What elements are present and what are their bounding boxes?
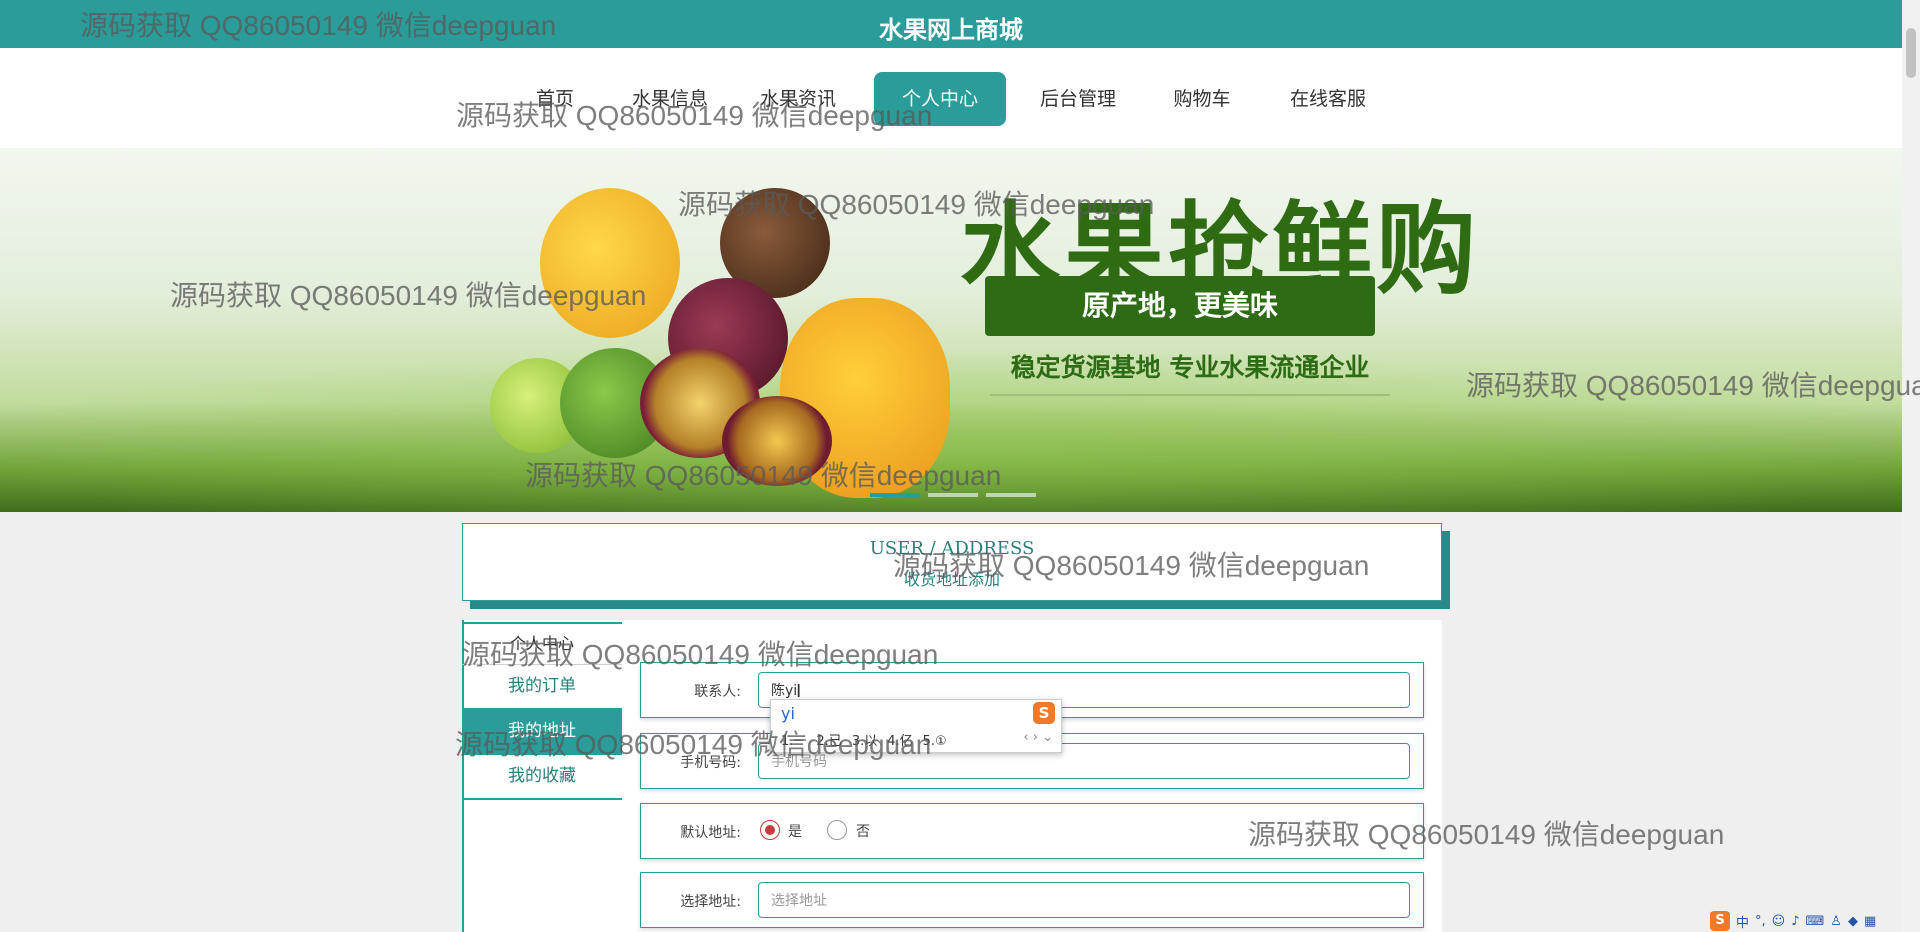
- ime-composition: yi: [781, 704, 795, 723]
- default-no-radio[interactable]: [827, 820, 847, 840]
- ime-page-arrows[interactable]: ‹ › ⌄: [1023, 730, 1053, 745]
- ime-candidate-window: yi S 1.一 2.已 3.以 4.亿 5.① ‹ › ⌄: [770, 699, 1062, 753]
- ime-tray: S 中 °, ☺ ♪ ⌨ ♙ ◆ ▦: [1710, 910, 1876, 932]
- phone-label: 手机号码:: [680, 755, 741, 771]
- side-item-favorites[interactable]: 我的收藏: [462, 754, 622, 800]
- sogou-tray-icon[interactable]: S: [1710, 911, 1730, 931]
- nav-fruit-news[interactable]: 水果资讯: [746, 72, 850, 126]
- scrollbar-thumb[interactable]: [1906, 28, 1916, 78]
- ime-candidate[interactable]: 2.已: [816, 734, 841, 749]
- ime-candidate[interactable]: 5.①: [923, 734, 947, 749]
- chevron-down-icon[interactable]: ⌄: [1042, 730, 1053, 745]
- side-item-orders[interactable]: 我的订单: [462, 664, 622, 710]
- nav-cart[interactable]: 购物车: [1160, 72, 1244, 126]
- banner-carousel[interactable]: 水果抢鲜购 原产地，更美味 稳定货源基地 专业水果流通企业: [0, 148, 1902, 512]
- carousel-indicators: [870, 482, 1044, 497]
- passion-fruit-half2-image: [722, 396, 832, 486]
- ime-candidate[interactable]: 1.一: [781, 734, 806, 749]
- microphone-icon[interactable]: ♪: [1791, 914, 1799, 929]
- section-heading-cn: 收货地址添加: [903, 570, 1000, 589]
- address-row: 选择地址: 选择地址: [640, 872, 1424, 928]
- main-nav: 首页 水果信息 水果资讯 个人中心 后台管理 购物车 在线客服: [0, 48, 1902, 148]
- address-label: 选择地址:: [680, 894, 741, 910]
- grid-icon[interactable]: ▦: [1864, 914, 1876, 929]
- ime-lang-indicator[interactable]: 中: [1736, 912, 1749, 931]
- side-item-address[interactable]: 我的地址: [462, 709, 622, 755]
- banner-tagline: 稳定货源基地 专业水果流通企业: [990, 348, 1390, 396]
- user-icon[interactable]: ♙: [1830, 914, 1842, 929]
- ime-candidate[interactable]: 3.以: [852, 734, 877, 749]
- site-title: 水果网上商城: [879, 16, 1023, 44]
- carousel-dot-2[interactable]: [928, 493, 978, 497]
- section-heading-en: USER / ADDRESS: [869, 538, 1035, 559]
- carousel-dot-3[interactable]: [986, 493, 1036, 497]
- default-yes-radio[interactable]: [760, 820, 780, 840]
- sogou-logo-icon: S: [1033, 702, 1055, 724]
- default-address-row: 默认地址: 是 否: [640, 803, 1424, 859]
- ime-candidates: 1.一 2.已 3.以 4.亿 5.①: [781, 730, 957, 749]
- nav-online-service[interactable]: 在线客服: [1276, 72, 1380, 126]
- carousel-dot-1[interactable]: [870, 493, 920, 497]
- banner-subtitle: 原产地，更美味: [985, 276, 1375, 336]
- ime-candidate[interactable]: 4.亿: [887, 734, 912, 749]
- side-menu-title: 个人中心: [462, 622, 622, 665]
- nav-home[interactable]: 首页: [520, 72, 590, 126]
- contact-label: 联系人:: [694, 684, 741, 700]
- default-yes-label: 是: [788, 824, 802, 840]
- nav-fruit-info[interactable]: 水果信息: [618, 72, 722, 126]
- default-no-label: 否: [856, 824, 870, 840]
- default-address-label: 默认地址:: [680, 825, 741, 841]
- chevron-left-icon[interactable]: ‹: [1023, 730, 1028, 745]
- nav-admin[interactable]: 后台管理: [1026, 72, 1130, 126]
- emoji-icon[interactable]: ☺: [1772, 914, 1786, 929]
- address-input[interactable]: 选择地址: [758, 882, 1410, 918]
- keyboard-icon[interactable]: ⌨: [1806, 914, 1825, 929]
- mango-image: [540, 188, 680, 338]
- top-bar: 水果网上商城: [0, 0, 1902, 48]
- punctuation-icon[interactable]: °,: [1755, 914, 1766, 929]
- section-heading: USER / ADDRESS 收货地址添加: [462, 523, 1442, 601]
- nav-personal-center[interactable]: 个人中心: [874, 72, 1006, 126]
- page-scrollbar[interactable]: [1902, 0, 1920, 932]
- chevron-right-icon[interactable]: ›: [1033, 730, 1038, 745]
- skin-icon[interactable]: ◆: [1848, 914, 1858, 929]
